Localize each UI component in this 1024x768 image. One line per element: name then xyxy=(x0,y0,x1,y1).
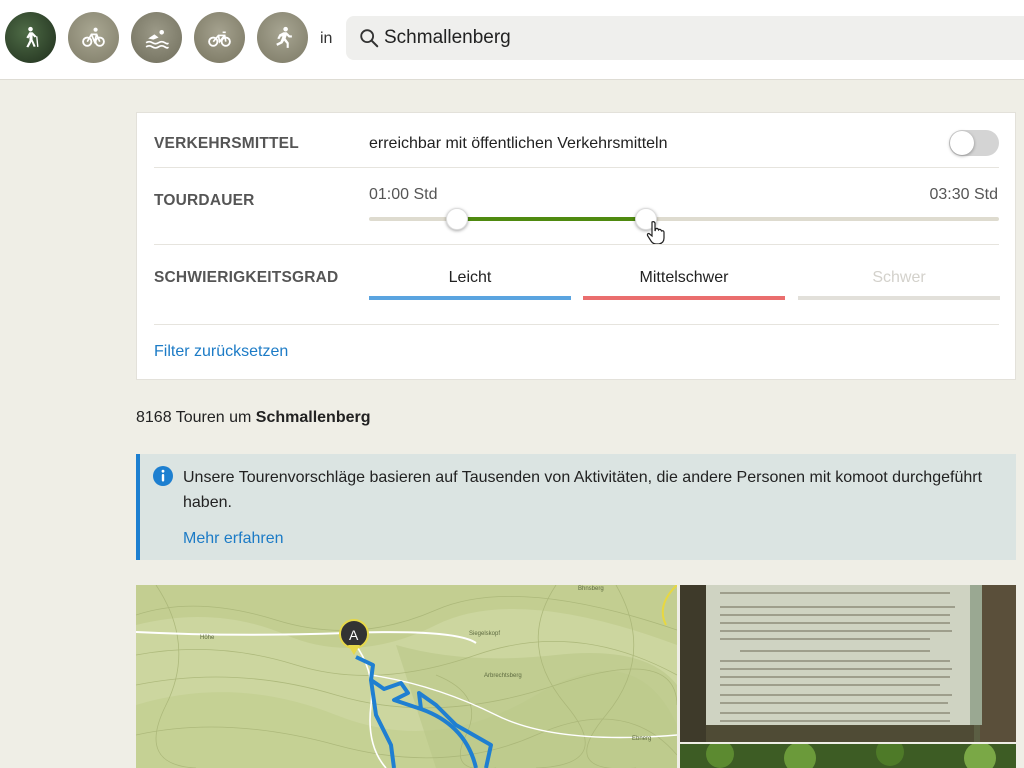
top-bar: in xyxy=(0,0,1024,80)
difficulty-medium-indicator xyxy=(583,296,785,300)
result-count: 8168 Touren um Schmallenberg xyxy=(136,409,371,427)
sport-road-bike-button[interactable] xyxy=(194,12,245,63)
map-place-label: Bhnsberg xyxy=(578,586,604,592)
hand-cursor-icon xyxy=(646,221,665,245)
difficulty-hard-indicator xyxy=(798,296,1000,300)
map-place-label: Höhe xyxy=(200,635,215,641)
info-icon xyxy=(153,466,173,486)
tour-photo-preview[interactable] xyxy=(680,585,1016,742)
difficulty-hard-button[interactable]: Schwer xyxy=(798,268,1000,300)
toggle-knob[interactable] xyxy=(950,131,974,155)
running-icon xyxy=(276,26,292,48)
transport-option-text: erreichbar mit öffentlichen Verkehrsmitt… xyxy=(369,135,668,152)
difficulty-easy-button[interactable]: Leicht xyxy=(369,268,571,300)
search-input[interactable] xyxy=(384,22,984,54)
info-banner: Unsere Tourenvorschläge basieren auf Tau… xyxy=(136,454,1016,560)
search-icon xyxy=(360,29,379,48)
map-start-marker: A xyxy=(349,627,359,643)
tour-map-preview[interactable]: A Höhe Siegelskopf Arbrechtsberg Ebnerg … xyxy=(136,585,677,768)
difficulty-medium-button[interactable]: Mittelschwer xyxy=(583,268,785,300)
sport-swimming-button[interactable] xyxy=(131,12,182,63)
swimming-icon xyxy=(145,30,169,49)
tour-photo xyxy=(680,744,1016,768)
map-image: A Höhe Siegelskopf Arbrechtsberg Ebnerg … xyxy=(136,585,677,768)
duration-slider[interactable] xyxy=(369,208,999,230)
mountain-bike-icon xyxy=(82,27,105,47)
duration-min-label: 01:00 Std xyxy=(369,186,438,203)
result-count-prefix: Touren um xyxy=(175,409,252,426)
road-bike-icon xyxy=(208,31,231,47)
duration-max-label: 03:30 Std xyxy=(929,186,999,203)
map-place-label: Arbrechtsberg xyxy=(484,673,522,679)
divider xyxy=(154,324,999,325)
tour-photo-preview[interactable] xyxy=(680,744,1016,768)
result-count-place: Schmallenberg xyxy=(255,409,371,426)
map-place-label: Siegelskopf xyxy=(469,631,500,637)
sport-running-button[interactable] xyxy=(257,12,308,63)
info-text: Unsere Tourenvorschläge basieren auf Tau… xyxy=(183,469,983,511)
transport-filter-label: VERKEHRSMITTEL xyxy=(154,135,299,152)
difficulty-filter-label: SCHWIERIGKEITSGRAD xyxy=(154,269,339,286)
map-place-label: Ebnerg xyxy=(632,736,651,742)
reset-filters-link[interactable]: Filter zurücksetzen xyxy=(154,343,288,361)
divider xyxy=(154,167,999,168)
sport-hiking-button[interactable] xyxy=(5,12,56,63)
difficulty-easy-indicator xyxy=(369,296,571,300)
result-count-number: 8168 xyxy=(136,409,172,426)
hiking-icon xyxy=(26,26,39,48)
duration-filter-label: TOURDAUER xyxy=(154,192,255,209)
filter-panel: VERKEHRSMITTEL erreichbar mit öffentlich… xyxy=(136,112,1016,380)
difficulty-easy-label: Leicht xyxy=(448,269,492,286)
difficulty-hard-label: Schwer xyxy=(872,269,926,286)
duration-slider-range xyxy=(457,217,647,221)
difficulty-medium-label: Mittelschwer xyxy=(639,269,729,286)
location-search[interactable] xyxy=(346,16,1024,60)
sport-mountain-bike-button[interactable] xyxy=(68,12,119,63)
tour-photo xyxy=(680,585,1016,742)
divider xyxy=(154,244,999,245)
learn-more-link[interactable]: Mehr erfahren xyxy=(183,530,284,548)
search-in-label: in xyxy=(320,30,333,47)
public-transport-toggle[interactable] xyxy=(949,130,999,156)
duration-min-handle[interactable] xyxy=(446,208,469,230)
